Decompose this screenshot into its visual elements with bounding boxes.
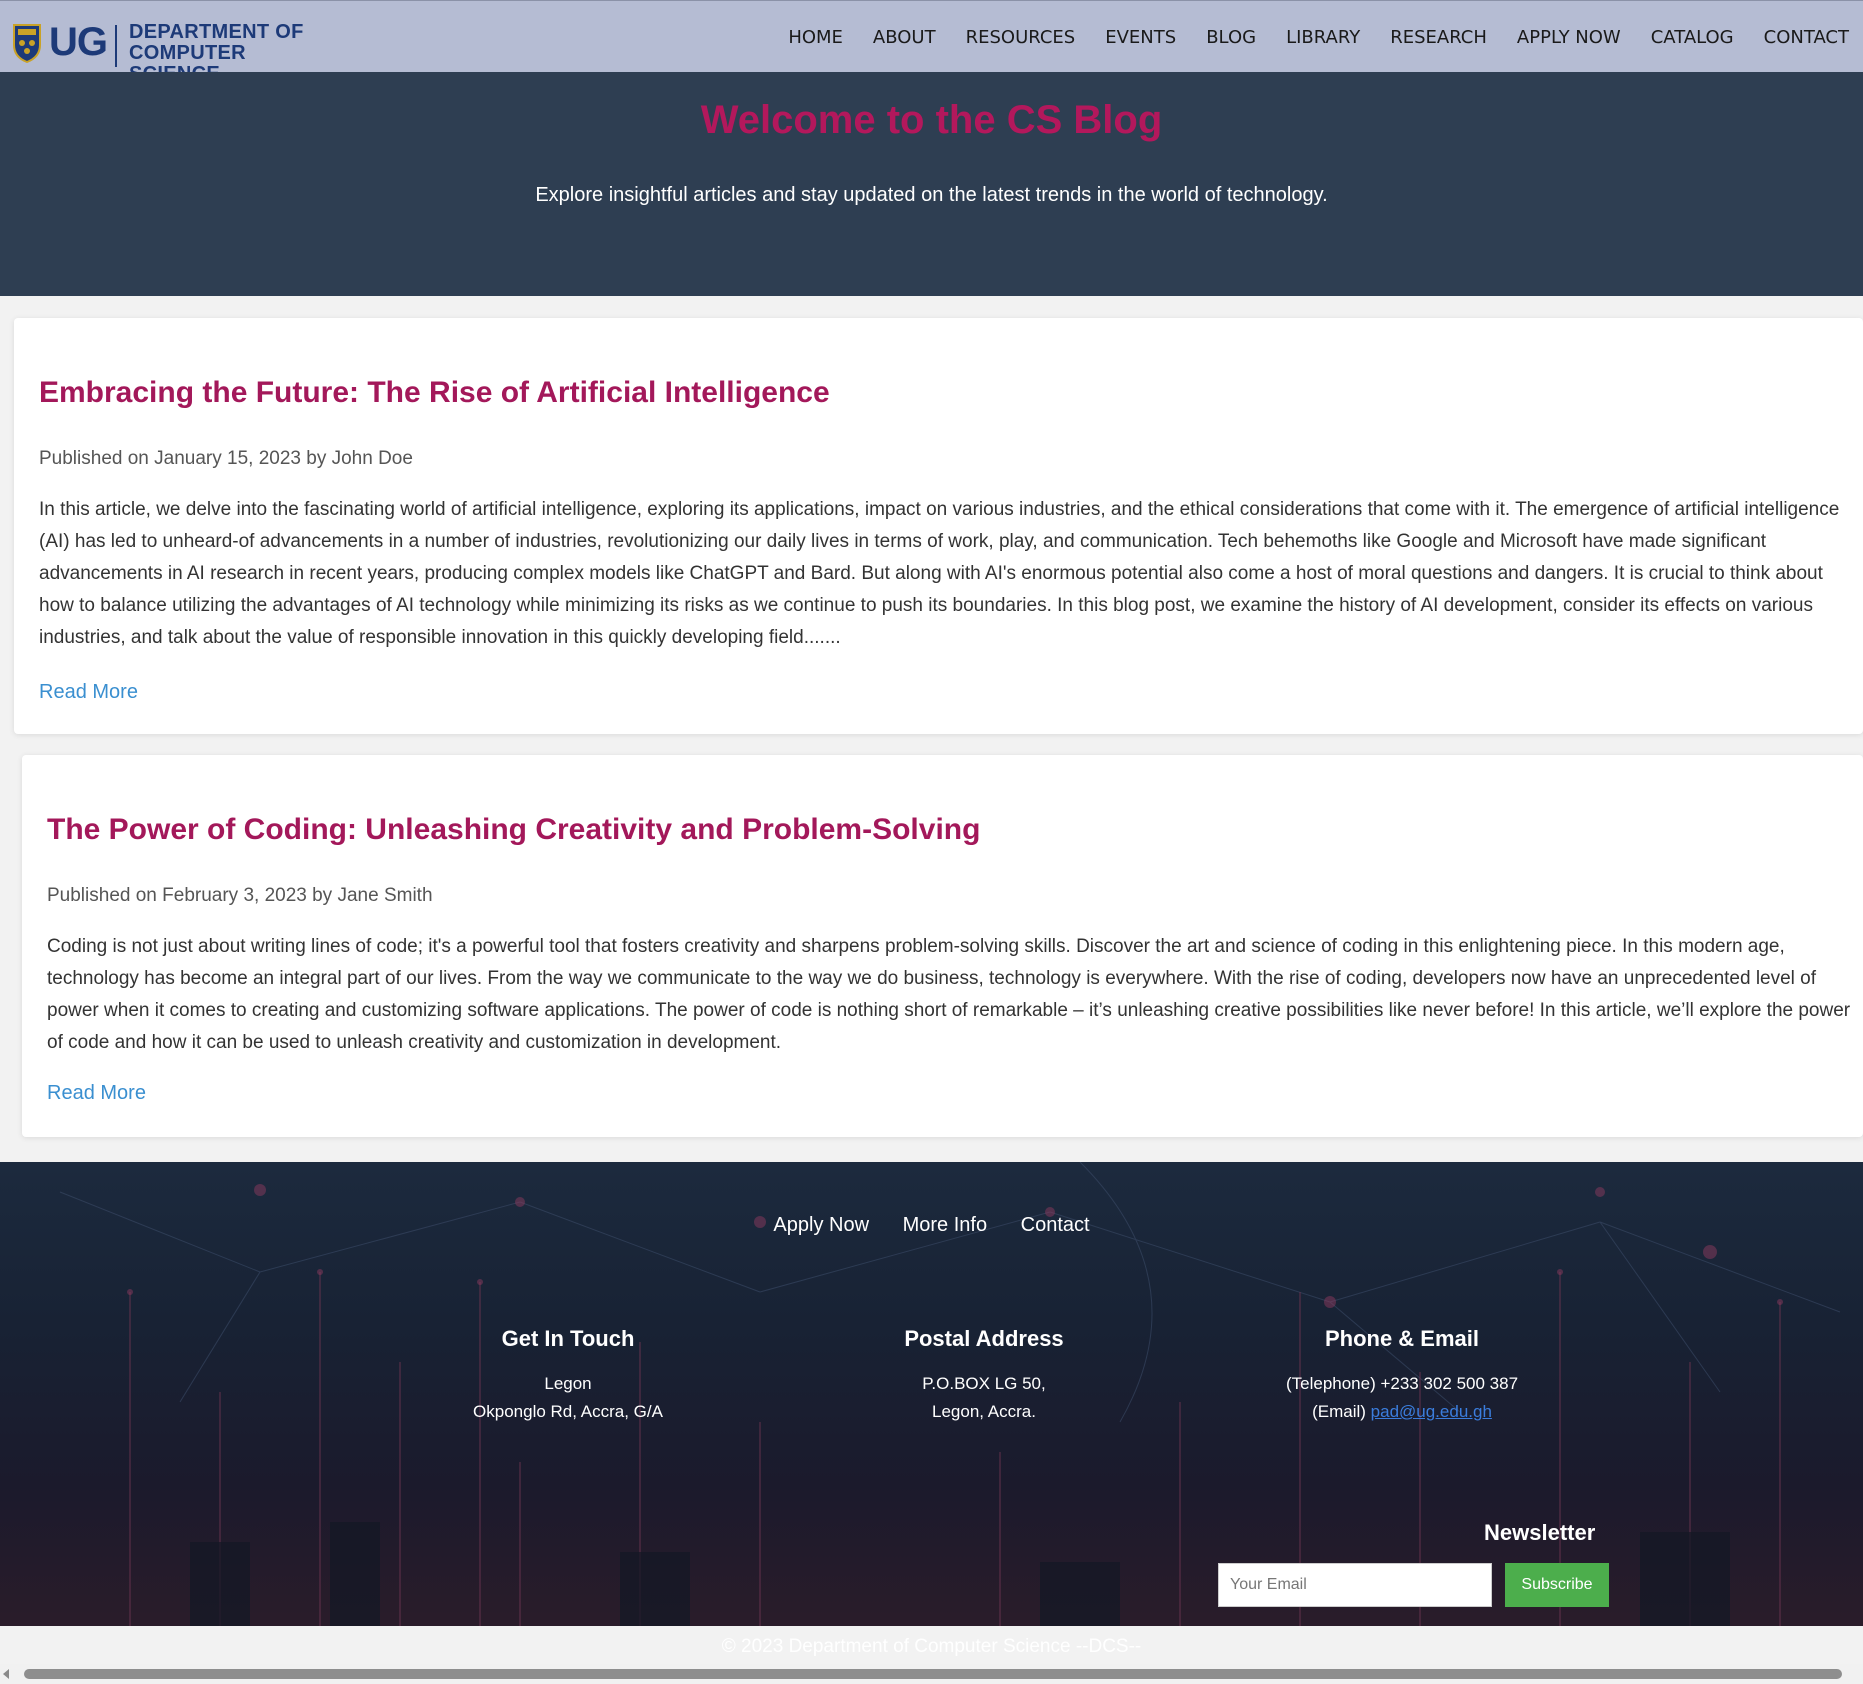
postal-line-1: P.O.BOX LG 50, xyxy=(922,1374,1046,1393)
main-nav: HOME ABOUT RESOURCES EVENTS BLOG LIBRARY… xyxy=(758,25,1849,51)
horizontal-scrollbar[interactable] xyxy=(0,1664,1863,1684)
post-title: Embracing the Future: The Rise of Artifi… xyxy=(39,376,830,409)
read-more-link[interactable]: Read More xyxy=(39,681,138,704)
get-in-touch-line-1: Legon xyxy=(544,1374,592,1393)
email-link[interactable]: pad@ug.edu.gh xyxy=(1371,1402,1492,1421)
postal-line-2: Legon, Accra. xyxy=(932,1402,1036,1421)
site-logo[interactable]: UG DEPARTMENT OF COMPUTER SCIENCE xyxy=(12,19,332,85)
newsletter-heading: Newsletter xyxy=(1484,1520,1596,1545)
blog-post-card: The Power of Coding: Unleashing Creativi… xyxy=(22,755,1863,1137)
post-meta: Published on January 15, 2023 by John Do… xyxy=(39,448,413,469)
nav-library[interactable]: LIBRARY xyxy=(1286,25,1360,51)
nav-home[interactable]: HOME xyxy=(788,25,843,51)
footer-get-in-touch: Get In Touch Legon Okponglo Rd, Accra, G… xyxy=(418,1326,718,1426)
site-header: UG DEPARTMENT OF COMPUTER SCIENCE HOME A… xyxy=(0,0,1863,85)
postal-address-heading: Postal Address xyxy=(904,1326,1064,1351)
scrollbar-thumb[interactable] xyxy=(24,1669,1842,1679)
nav-events[interactable]: EVENTS xyxy=(1105,25,1176,51)
get-in-touch-heading: Get In Touch xyxy=(501,1326,635,1351)
footer-link-contact[interactable]: Contact xyxy=(1021,1214,1090,1236)
footer-postal-address: Postal Address P.O.BOX LG 50, Legon, Acc… xyxy=(834,1326,1134,1426)
university-crest-icon xyxy=(13,24,41,63)
subscribe-button[interactable]: Subscribe xyxy=(1505,1563,1609,1607)
nav-research[interactable]: RESEARCH xyxy=(1390,25,1487,51)
footer-link-apply-now[interactable]: Apply Now xyxy=(773,1214,869,1236)
post-excerpt: Coding is not just about writing lines o… xyxy=(47,936,1851,1053)
hero-banner: Welcome to the CS Blog Explore insightfu… xyxy=(0,72,1863,296)
post-title: The Power of Coding: Unleashing Creativi… xyxy=(47,813,981,846)
nav-contact[interactable]: CONTACT xyxy=(1764,25,1849,51)
footer-links: Apply Now More Info Contact xyxy=(0,1214,1863,1237)
get-in-touch-line-2: Okponglo Rd, Accra, G/A xyxy=(473,1402,663,1421)
copyright-text: © 2023 Department of Computer Science --… xyxy=(721,1636,1142,1657)
newsletter-email-input[interactable] xyxy=(1218,1563,1492,1607)
blog-post-card: Embracing the Future: The Rise of Artifi… xyxy=(14,318,1863,734)
email-line: (Email) pad@ug.edu.gh xyxy=(1252,1398,1552,1426)
footer-phone-email: Phone & Email (Telephone) +233 302 500 3… xyxy=(1252,1326,1552,1426)
hero-subtitle: Explore insightful articles and stay upd… xyxy=(535,184,1328,206)
email-label: (Email) xyxy=(1312,1402,1366,1421)
nav-about[interactable]: ABOUT xyxy=(873,25,936,51)
phone-email-heading: Phone & Email xyxy=(1324,1326,1480,1351)
nav-apply-now[interactable]: APPLY NOW xyxy=(1517,25,1621,51)
footer-link-more-info[interactable]: More Info xyxy=(903,1214,987,1236)
site-footer: Apply Now More Info Contact Get In Touch… xyxy=(0,1162,1863,1626)
logo-line-1: DEPARTMENT OF xyxy=(129,21,304,43)
logo-mark: UG xyxy=(49,20,108,64)
nav-resources[interactable]: RESOURCES xyxy=(966,25,1076,51)
read-more-link[interactable]: Read More xyxy=(47,1082,146,1105)
post-excerpt: In this article, we delve into the fasci… xyxy=(39,499,1840,648)
logo-divider xyxy=(115,25,117,67)
phone-number: (Telephone) +233 302 500 387 xyxy=(1285,1374,1519,1393)
post-meta: Published on February 3, 2023 by Jane Sm… xyxy=(47,885,433,906)
nav-blog[interactable]: BLOG xyxy=(1206,25,1256,51)
hero-title: Welcome to the CS Blog xyxy=(700,98,1163,142)
nav-catalog[interactable]: CATALOG xyxy=(1651,25,1734,51)
scroll-left-arrow-icon[interactable] xyxy=(3,1669,9,1679)
